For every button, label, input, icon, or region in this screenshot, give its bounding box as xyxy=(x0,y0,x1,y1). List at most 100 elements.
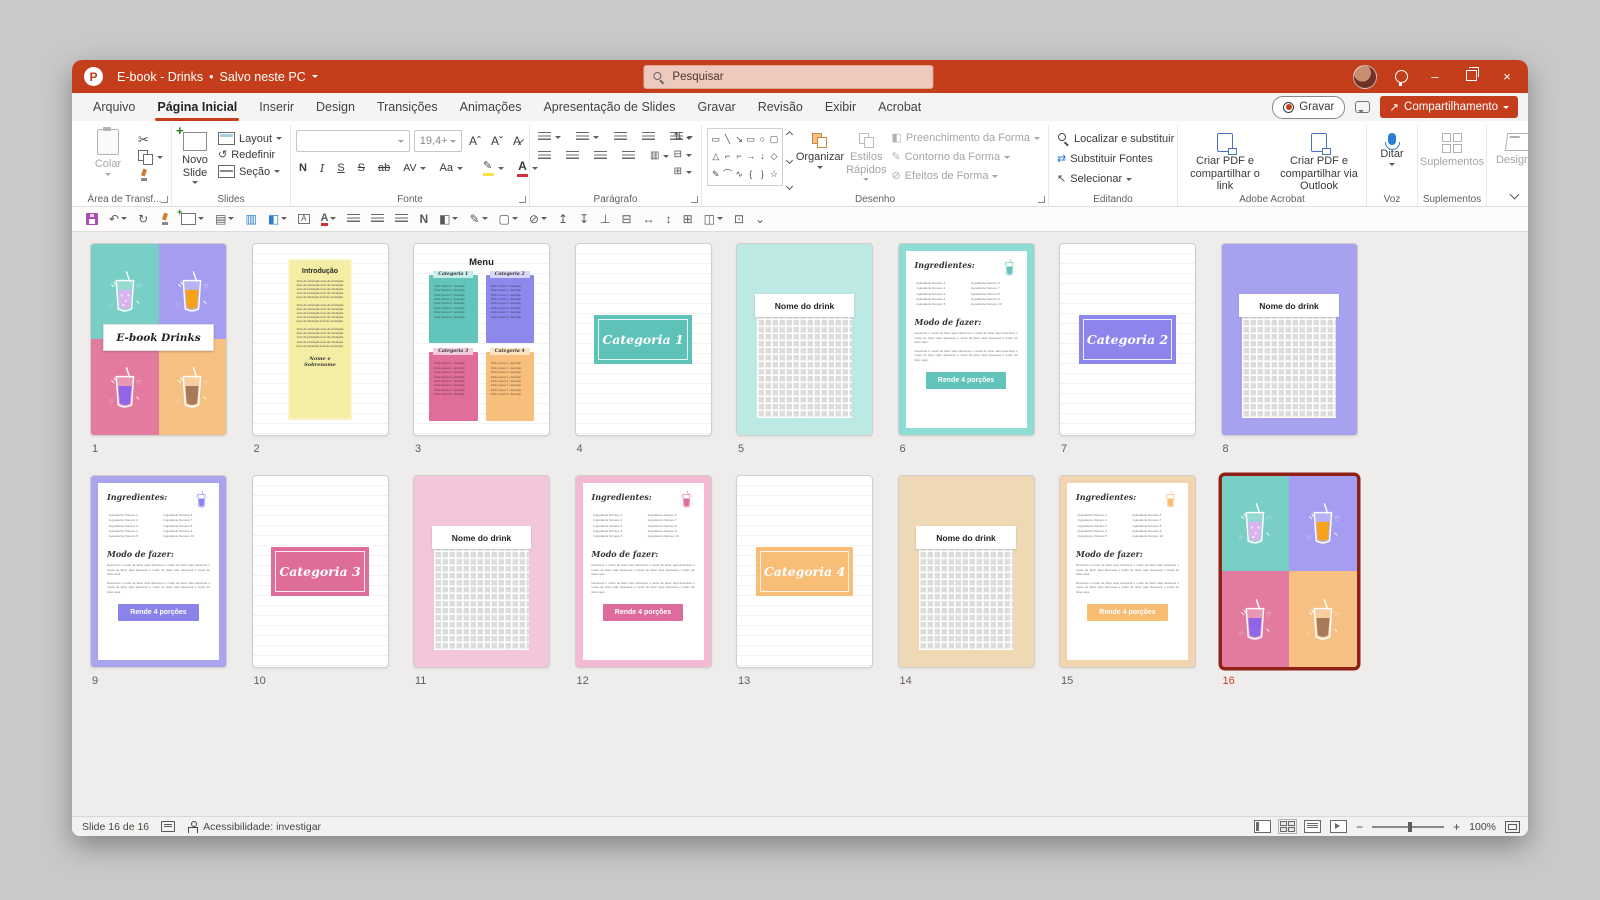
reset-button[interactable]: ↺Redefinir xyxy=(215,148,285,162)
qat-design-ideas[interactable]: ◧ xyxy=(268,213,287,225)
lightbulb-icon[interactable] xyxy=(1395,70,1408,83)
shape-cell[interactable]: ✎ xyxy=(710,168,722,182)
shape-cell[interactable]: } xyxy=(757,168,769,182)
qat-merge-shapes[interactable]: ◫ xyxy=(704,213,723,225)
shape-cell[interactable]: → xyxy=(745,150,757,164)
dialog-launcher-icon[interactable] xyxy=(1038,196,1045,203)
tab-pagina-inicial[interactable]: Página Inicial xyxy=(146,93,248,121)
slide-thumbnail-12[interactable]: Ingredientes:♡♡· Ingrediente Número 1· I… xyxy=(575,475,712,668)
dialog-launcher-icon[interactable] xyxy=(519,196,526,203)
layout-button[interactable]: Layout xyxy=(215,131,285,146)
shape-cell[interactable]: ○ xyxy=(757,133,769,147)
format-painter-button[interactable] xyxy=(135,168,166,182)
shape-cell[interactable]: ⌐ xyxy=(722,150,734,164)
smartart-button[interactable]: ⊞ xyxy=(671,166,695,178)
slide-thumbnail-4[interactable]: Categoria 1 xyxy=(575,243,712,436)
slide-sorter-view-button[interactable] xyxy=(1280,821,1295,832)
slide-thumbnail-13[interactable]: Categoria 4 xyxy=(736,475,873,668)
zoom-level[interactable]: 100% xyxy=(1469,821,1496,833)
tab-exibir[interactable]: Exibir xyxy=(814,93,867,121)
underline-button[interactable]: S xyxy=(334,161,347,175)
reading-view-button[interactable] xyxy=(1304,820,1321,833)
qat-align-center[interactable] xyxy=(371,214,384,224)
font-name-combo[interactable] xyxy=(296,130,410,152)
slide-thumbnail-2[interactable]: IntroduçãoTexto de introdução texto de i… xyxy=(252,243,389,436)
highlight-color-button[interactable]: ✎ xyxy=(480,159,507,177)
document-title[interactable]: E-book - Drinks • Salvo neste PC xyxy=(117,70,318,84)
find-replace-button[interactable]: Localizar e substituir xyxy=(1054,131,1172,146)
dialog-launcher-icon[interactable] xyxy=(691,196,698,203)
record-button[interactable]: Gravar xyxy=(1272,96,1345,119)
arrange-button[interactable]: Organizar xyxy=(796,125,844,193)
comments-icon[interactable] xyxy=(1355,101,1370,113)
change-case-button[interactable]: Aa xyxy=(436,161,465,175)
bullets-button[interactable] xyxy=(535,131,564,143)
copy-button[interactable] xyxy=(135,149,166,166)
shape-cell[interactable]: ▢ xyxy=(768,133,780,147)
slide-thumbnail-14[interactable]: Nome do drink xyxy=(898,475,1035,668)
slide-thumbnail-16[interactable]: ♡♡♡♡♡♡♡♡ xyxy=(1221,475,1358,668)
zoom-slider-thumb[interactable] xyxy=(1408,822,1412,832)
restore-button[interactable] xyxy=(1462,69,1480,84)
shape-cell[interactable]: ╲ xyxy=(722,133,734,147)
increase-indent-button[interactable] xyxy=(639,131,658,143)
slide-thumbnail-9[interactable]: Ingredientes:♡♡· Ingrediente Número 1· I… xyxy=(90,475,227,668)
notes-icon[interactable] xyxy=(161,821,175,832)
qat-align-right[interactable] xyxy=(395,214,408,224)
tab-acrobat[interactable]: Acrobat xyxy=(867,93,932,121)
qat-save[interactable] xyxy=(86,213,98,225)
user-avatar[interactable] xyxy=(1353,65,1377,89)
shape-cell[interactable]: ▭ xyxy=(710,133,722,147)
shape-cell[interactable]: ↘ xyxy=(733,133,745,147)
shape-outline-button[interactable]: ✎Contorno da Forma xyxy=(888,150,1043,164)
qat-undo[interactable]: ↶ xyxy=(109,213,127,225)
tab-arquivo[interactable]: Arquivo xyxy=(82,93,146,121)
qat-shape-fill[interactable]: ◧ xyxy=(439,213,458,225)
qat-font-color[interactable]: A xyxy=(321,213,337,224)
slide-thumbnail-11[interactable]: Nome do drink xyxy=(413,475,550,668)
slide-thumbnail-7[interactable]: Categoria 2 xyxy=(1059,243,1196,436)
zoom-in-button[interactable]: + xyxy=(1453,821,1460,833)
zoom-out-button[interactable]: − xyxy=(1356,821,1363,833)
qat-shape-styles[interactable]: ▢ xyxy=(499,213,518,225)
align-left-button[interactable] xyxy=(535,150,554,162)
shape-cell[interactable]: ↓ xyxy=(757,150,769,164)
align-center-button[interactable] xyxy=(563,150,582,162)
decrease-indent-button[interactable] xyxy=(611,131,630,143)
paste-button[interactable]: Colar xyxy=(83,125,133,193)
columns-button[interactable]: ▥ xyxy=(647,150,672,162)
qat-distribute-horizontal[interactable]: ↔ xyxy=(643,213,655,225)
shapes-gallery[interactable]: ▭╲↘▭○▢△⌐⌐→↓◇✎⌒∿{}☆ xyxy=(707,128,783,186)
new-slide-button[interactable]: Novo Slide xyxy=(177,125,213,193)
slide-thumbnail-10[interactable]: Categoria 3 xyxy=(252,475,389,668)
create-pdf-link-button[interactable]: Criar PDF e compartilhar o link xyxy=(1183,125,1267,193)
slideshow-button[interactable] xyxy=(1330,820,1347,833)
shape-cell[interactable]: ▭ xyxy=(745,133,757,147)
qat-format-painter[interactable] xyxy=(159,213,170,225)
grow-font-button[interactable]: Aˆ xyxy=(466,133,484,149)
font-size-combo[interactable]: 19,4+ xyxy=(414,130,462,152)
accessibility-status[interactable]: Acessibilidade: investigar xyxy=(187,821,321,833)
tab-transicoes[interactable]: Transições xyxy=(366,93,449,121)
qat-text-box[interactable]: A xyxy=(298,214,309,224)
create-pdf-outlook-button[interactable]: Criar PDF e compartilhar via Outlook xyxy=(1277,125,1361,193)
italic-button[interactable]: I xyxy=(317,161,327,176)
qat-bold[interactable]: N xyxy=(419,213,428,225)
numbering-button[interactable] xyxy=(573,131,602,143)
align-right-button[interactable] xyxy=(591,150,610,162)
shape-cell[interactable]: ◇ xyxy=(768,150,780,164)
shape-cell[interactable]: △ xyxy=(710,150,722,164)
minimize-button[interactable]: – xyxy=(1426,69,1444,84)
slide-thumbnail-6[interactable]: Ingredientes:♡♡· Ingrediente Número 1· I… xyxy=(898,243,1035,436)
tab-design[interactable]: Design xyxy=(305,93,366,121)
qat-align-bottom[interactable]: ⊥ xyxy=(600,213,610,225)
select-button[interactable]: ↖Selecionar xyxy=(1054,172,1172,186)
text-direction-button[interactable]: ⇅ xyxy=(671,132,695,144)
fit-slide-icon[interactable] xyxy=(1505,821,1520,833)
dictate-button[interactable]: Ditar xyxy=(1372,125,1412,166)
cut-button[interactable]: ✂ xyxy=(135,132,166,147)
align-text-button[interactable]: ⊟ xyxy=(671,149,695,161)
qat-reuse-slides[interactable]: ▥ xyxy=(245,213,256,225)
dialog-launcher-icon[interactable] xyxy=(161,196,168,203)
qat-align-middle[interactable]: ⊟ xyxy=(622,213,632,225)
